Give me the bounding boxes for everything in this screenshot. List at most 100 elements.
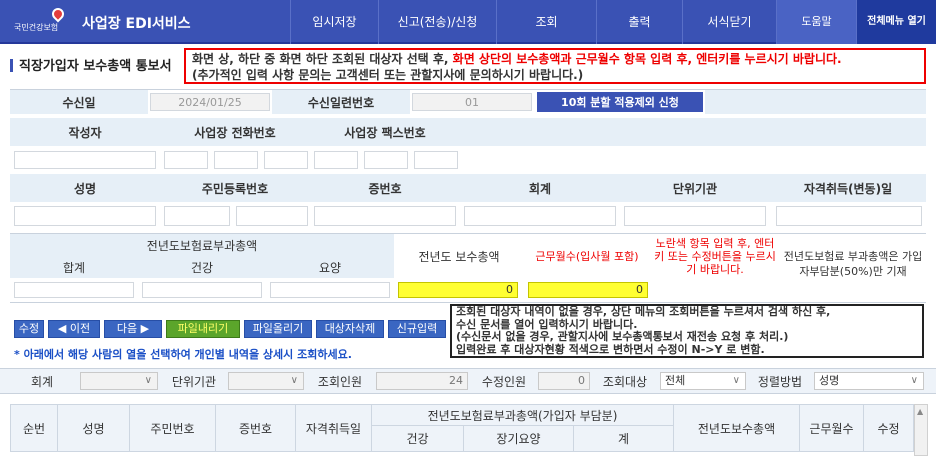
fax-field-2[interactable]	[364, 151, 408, 169]
premium-sum-label: 합계	[10, 256, 138, 278]
receive-serial-field: 01	[412, 93, 532, 111]
col-total[interactable]: 계	[574, 426, 674, 452]
menu-submit[interactable]: 신고(전송)/신청	[378, 0, 496, 44]
chevron-down-icon: ∨	[910, 375, 918, 386]
menu-help[interactable]: 도움말	[776, 0, 856, 44]
new-entry-button[interactable]: 신규입력	[388, 320, 446, 338]
file-upload-button[interactable]: 파일올리기	[244, 320, 312, 338]
cert-field[interactable]	[314, 206, 456, 226]
title-bar-marker	[10, 59, 13, 72]
service-title: 사업장 EDI서비스	[82, 16, 191, 32]
col-cert[interactable]: 증번호	[216, 404, 296, 452]
page-title: 직장가입자 보수총액 통보서	[10, 55, 172, 74]
next-button[interactable]: 다음 ▶	[104, 320, 162, 338]
info-line-3: (수신문서 없을 경우, 관할지사에 보수총액통보서 재전송 요청 후 처리.)	[456, 330, 789, 343]
yellow-hint-text: 노란색 항목 입력 후, 엔터키 또는 수정버튼을 누르시기 바랍니다.	[652, 234, 778, 278]
row-select-hint: * 아래에서 해당 사람의 열을 선택하여 개인별 내역을 상세시 조회하세요.	[14, 348, 352, 361]
acq-date-field[interactable]	[776, 206, 922, 226]
writer-field[interactable]	[14, 151, 156, 169]
filter-unit-label: 회계	[30, 374, 54, 389]
prev-button[interactable]: ◀ 이전	[48, 320, 100, 338]
filter-org-select[interactable]: ∨	[228, 372, 304, 390]
rrn-label: 주민등록번호	[160, 174, 310, 202]
phone-field-1[interactable]	[164, 151, 208, 169]
col-seq[interactable]: 순번	[10, 404, 58, 452]
col-acq-date[interactable]: 자격취득일	[296, 404, 372, 452]
notice-line-2: (추가적인 입력 사항 문의는 고객센터 또는 관할지사에 문의하시기 바랍니다…	[192, 68, 584, 82]
fax-field-1[interactable]	[314, 151, 358, 169]
notice-box: 화면 상, 하단 중 화면 하단 조회된 대상자 선택 후, 화면 상단의 보수…	[184, 48, 926, 84]
months-input[interactable]: 0	[528, 282, 648, 298]
premium-care-label: 요양	[266, 256, 394, 278]
query-count-field: 24	[376, 372, 468, 390]
notice-line-1: 화면 상, 하단 중 화면 하단 조회된 대상자 선택 후, 화면 상단의 보수…	[192, 51, 918, 67]
fax-label: 사업장 팩스번호	[310, 118, 460, 146]
info-box: 조회된 대상자 내역이 없을 경우, 상단 메뉴의 조회버튼을 누르셔서 검색 …	[450, 304, 924, 358]
months-label: 근무월수(입사월 포함)	[524, 234, 650, 278]
col-premium-group[interactable]: 전년도보험료부과총액(가입자 부담분)	[372, 404, 674, 426]
logo-drop-icon	[49, 5, 67, 23]
notice-line-1a: 화면 상, 하단 중 화면 하단 조회된 대상자 선택 후,	[192, 52, 453, 66]
chevron-down-icon: ∨	[144, 375, 152, 386]
menu-all-open[interactable]: 전체메뉴 열기	[856, 0, 936, 44]
rrn-field-1[interactable]	[164, 206, 230, 226]
receive-row-filler	[705, 90, 926, 114]
unit-field[interactable]	[464, 206, 616, 226]
premium-sum-field[interactable]	[14, 282, 134, 298]
prev-pay-label: 전년도 보수총액	[394, 234, 524, 278]
query-count-label: 조회인원	[317, 374, 363, 389]
chevron-down-icon: ∨	[732, 375, 740, 386]
unit-label: 회계	[460, 174, 620, 202]
sort-label: 정렬방법	[757, 374, 803, 389]
premium-health-field[interactable]	[142, 282, 262, 298]
premium-health-label: 건강	[138, 256, 266, 278]
col-health[interactable]: 건강	[372, 426, 464, 452]
menu-print[interactable]: 출력	[596, 0, 682, 44]
menu-temp-save[interactable]: 임시저장	[290, 0, 378, 44]
receive-date-field: 2024/01/25	[150, 93, 270, 111]
menu-close-form[interactable]: 서식닫기	[682, 0, 776, 44]
acq-date-label: 자격취득(변동)일	[770, 174, 926, 202]
phone-field-3[interactable]	[264, 151, 308, 169]
filter-org-label: 단위기관	[171, 374, 217, 389]
info-line-1: 조회된 대상자 내역이 없을 경우, 상단 메뉴의 조회버튼을 누르셔서 검색 …	[456, 305, 831, 318]
delete-target-button[interactable]: 대상자삭제	[316, 320, 384, 338]
divider	[10, 302, 926, 303]
receive-serial-label: 수신일련번호	[272, 90, 410, 114]
col-name[interactable]: 성명	[58, 404, 130, 452]
edit-button[interactable]: 수정	[14, 320, 44, 338]
fax-field-3[interactable]	[414, 151, 458, 169]
col-rrn[interactable]: 주민번호	[130, 404, 216, 452]
target-label: 조회대상	[602, 374, 648, 389]
premium-care-field[interactable]	[270, 282, 390, 298]
name-label: 성명	[10, 174, 160, 202]
col-prev-pay[interactable]: 전년도보수총액	[674, 404, 800, 452]
rrn-field-2[interactable]	[236, 206, 308, 226]
page-title-text: 직장가입자 보수총액 통보서	[19, 59, 172, 74]
edit-count-label: 수정인원	[481, 374, 527, 389]
notice-line-1b: 화면 상단의 보수총액과 근무월수 항목 입력 후, 엔터키를 누르시기 바랍니…	[452, 52, 842, 66]
org-field[interactable]	[624, 206, 766, 226]
col-edit[interactable]: 수정	[864, 404, 914, 452]
target-select[interactable]: 전체 ∨	[660, 372, 746, 390]
logo-text: 국민건강보험	[14, 23, 59, 32]
sort-select[interactable]: 성명 ∨	[814, 372, 924, 390]
phone-label: 사업장 전화번호	[160, 118, 310, 146]
scroll-up-icon[interactable]: ▲	[917, 407, 923, 416]
grid-scrollbar[interactable]: ▲	[914, 404, 928, 456]
cert-label: 증번호	[310, 174, 460, 202]
col-months[interactable]: 근무월수	[800, 404, 864, 452]
prev-pay-input[interactable]: 0	[398, 282, 518, 298]
phone-field-2[interactable]	[214, 151, 258, 169]
top-nav-bar: 국민건강보험 사업장 EDI서비스 임시저장 신고(전송)/신청 조회 출력 서…	[0, 0, 936, 44]
split-exempt-button[interactable]: 10회 분할 적용제외 신청	[537, 92, 703, 112]
chevron-down-icon: ∨	[290, 375, 298, 386]
name-field[interactable]	[14, 206, 156, 226]
menu-query[interactable]: 조회	[496, 0, 596, 44]
target-select-value: 전체	[665, 374, 686, 387]
col-care[interactable]: 장기요양	[464, 426, 574, 452]
filter-unit-select[interactable]: ∨	[80, 372, 158, 390]
file-download-button[interactable]: 파일내리기	[166, 320, 240, 338]
info-line-4: 입력완료 후 대상자현황 적색으로 변하면서 수정이 N->Y 로 변함.	[456, 342, 765, 356]
org-label: 단위기관	[620, 174, 770, 202]
